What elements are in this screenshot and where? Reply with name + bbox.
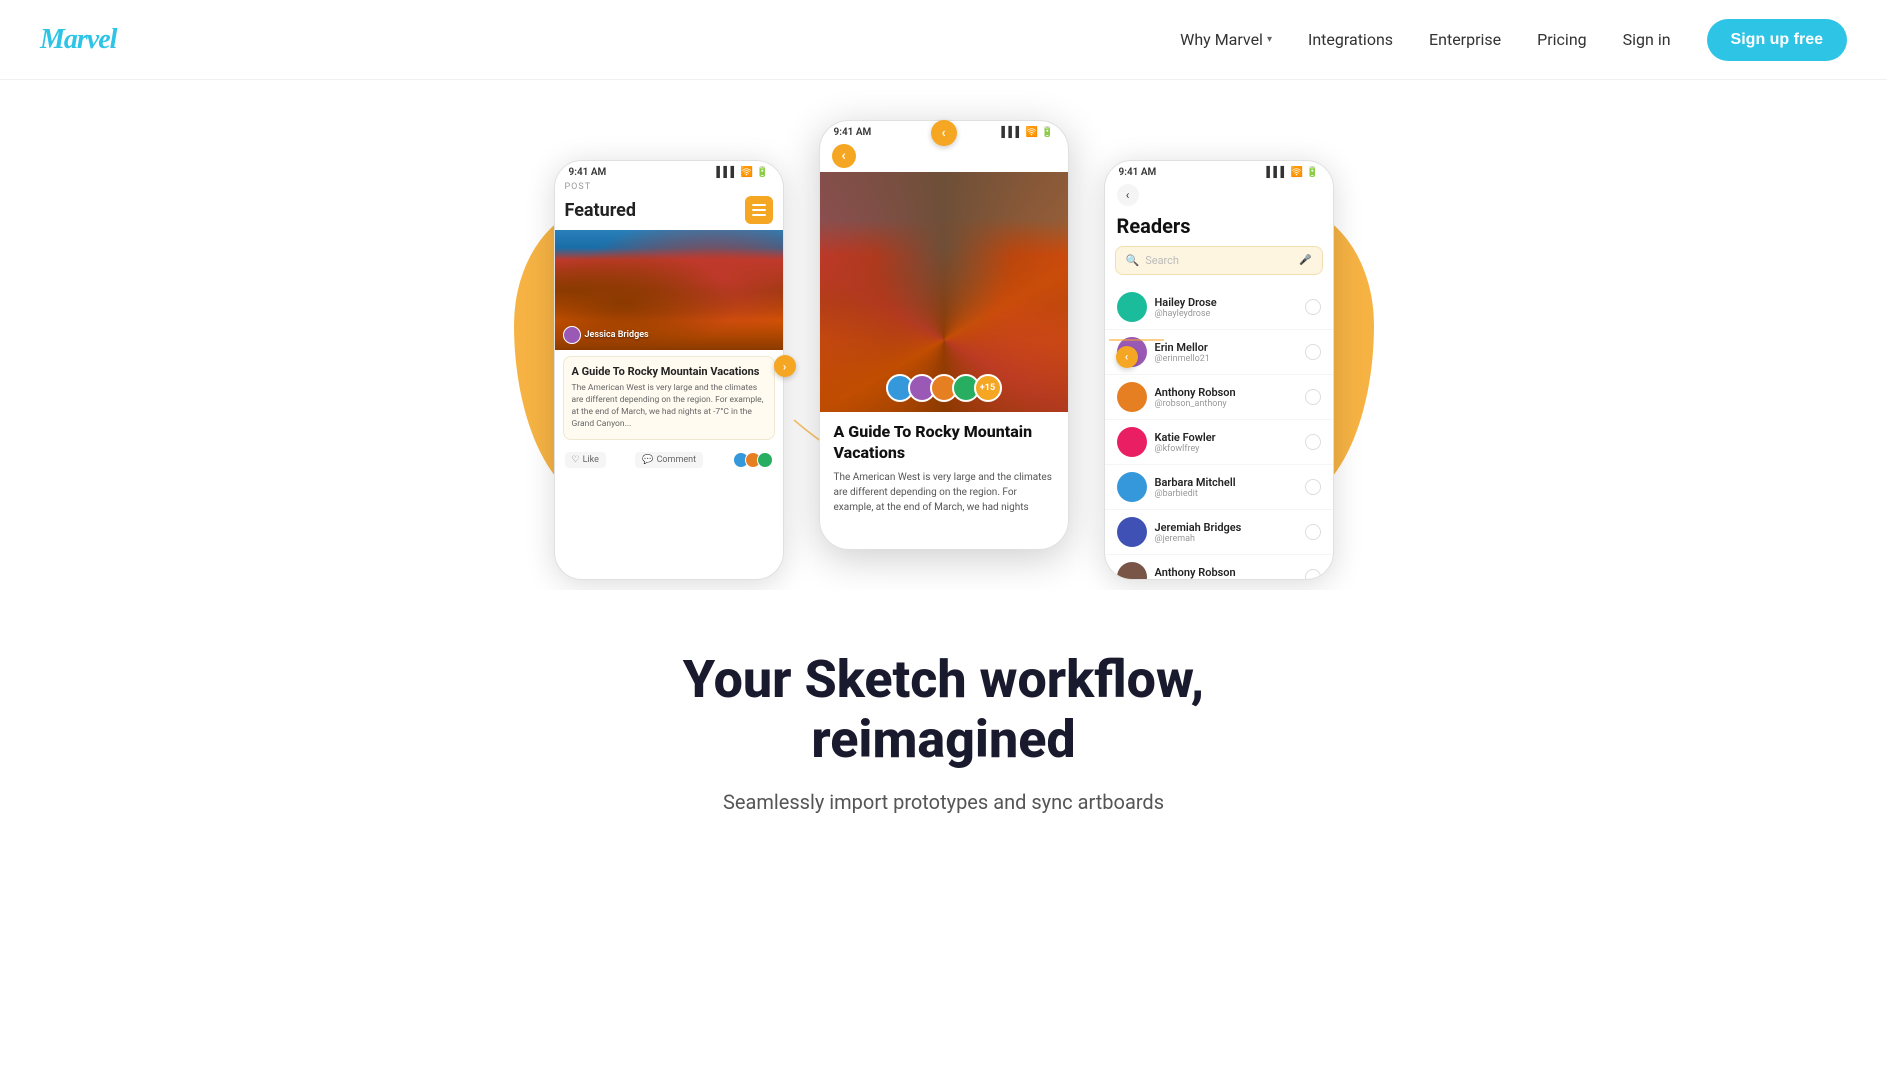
reader-check-4[interactable] bbox=[1305, 434, 1321, 450]
reader-handle-6: @jeremah bbox=[1155, 534, 1297, 544]
comment-icon: 💬 bbox=[642, 455, 653, 465]
nav-link-pricing[interactable]: Pricing bbox=[1537, 30, 1587, 49]
wifi-icon: 🛜 bbox=[1291, 167, 1303, 178]
nav-link-signin[interactable]: Sign in bbox=[1623, 30, 1671, 49]
signal-icon: ▌▌▌ bbox=[716, 167, 737, 178]
menu-icon[interactable] bbox=[745, 196, 773, 224]
wifi-icon: 🛜 bbox=[1026, 127, 1038, 138]
battery-icon: 🔋 bbox=[1041, 127, 1053, 138]
reader-name-5: Barbara Mitchell bbox=[1155, 476, 1297, 489]
nav-arrow-mid-left[interactable]: › bbox=[774, 355, 796, 377]
post-tag: POST bbox=[555, 180, 783, 194]
mic-icon: 🎤 bbox=[1299, 255, 1311, 266]
reader-name-7: Anthony Robson bbox=[1155, 566, 1297, 579]
center-canyon-image: +15 bbox=[820, 172, 1068, 412]
nav-arrow-mid-right[interactable]: ‹ bbox=[1116, 346, 1138, 368]
reaction-avatar-3 bbox=[757, 452, 773, 468]
phone-left: 9:41 AM ▌▌▌ 🛜 🔋 POST Featured bbox=[554, 160, 784, 580]
hero-subheading: Seamlessly import prototypes and sync ar… bbox=[644, 790, 1244, 814]
signal-icon: ▌▌▌ bbox=[1266, 167, 1287, 178]
featured-header: Featured bbox=[555, 194, 783, 230]
like-button[interactable]: ♡ Like bbox=[565, 452, 606, 468]
nav-links: Why Marvel ▾ Integrations Enterprise Pri… bbox=[1180, 19, 1847, 61]
reader-check-6[interactable] bbox=[1305, 524, 1321, 540]
marvel-logo[interactable]: Marvel bbox=[40, 24, 116, 56]
featured-title: Featured bbox=[565, 200, 637, 221]
reader-handle-2: @erinmello21 bbox=[1155, 354, 1297, 364]
heart-icon: ♡ bbox=[572, 455, 580, 465]
reader-check-2[interactable] bbox=[1305, 344, 1321, 360]
status-bar-right: 9:41 AM ▌▌▌ 🛜 🔋 bbox=[1105, 161, 1333, 180]
reader-row-1[interactable]: Hailey Drose @hayleydrose bbox=[1105, 285, 1333, 330]
battery-icon: 🔋 bbox=[1306, 167, 1318, 178]
reader-handle-7: @robson_anthony bbox=[1155, 579, 1297, 581]
back-button-center[interactable]: ‹ bbox=[832, 144, 856, 168]
reader-check-1[interactable] bbox=[1305, 299, 1321, 315]
reaction-avatars bbox=[733, 452, 773, 468]
article-actions: ♡ Like 💬 Comment bbox=[555, 446, 783, 474]
hero-heading: Your Sketch workflow, reimagined bbox=[594, 650, 1294, 770]
readers-search[interactable]: 🔍 Search 🎤 bbox=[1115, 246, 1323, 275]
reader-avatar-7 bbox=[1117, 562, 1147, 580]
reader-check-7[interactable] bbox=[1305, 569, 1321, 580]
reader-check-5[interactable] bbox=[1305, 479, 1321, 495]
reader-row-4[interactable]: Katie Fowler @kfowlfrey bbox=[1105, 420, 1333, 465]
search-placeholder: Search bbox=[1145, 254, 1293, 267]
center-avatar-row: +15 bbox=[886, 374, 1002, 402]
reader-handle-4: @kfowlfrey bbox=[1155, 444, 1297, 454]
reader-avatar-1 bbox=[1117, 292, 1147, 322]
signup-button[interactable]: Sign up free bbox=[1707, 19, 1847, 61]
status-bar-left: 9:41 AM ▌▌▌ 🛜 🔋 bbox=[555, 161, 783, 180]
reader-avatar-6 bbox=[1117, 517, 1147, 547]
center-article-body: The American West is very large and the … bbox=[820, 470, 1068, 515]
reader-row-2[interactable]: Erin Mellor @erinmello21 bbox=[1105, 330, 1333, 375]
back-bar-right: ‹ bbox=[1105, 180, 1333, 210]
reader-row-5[interactable]: Barbara Mitchell @barbiedit bbox=[1105, 465, 1333, 510]
battery-icon: 🔋 bbox=[756, 167, 768, 178]
phone-right: 9:41 AM ▌▌▌ 🛜 🔋 ‹ Readers 🔍 Search 🎤 bbox=[1104, 160, 1334, 580]
center-article-title: A Guide To Rocky Mountain Vacations bbox=[820, 412, 1068, 470]
article-author-overlay: Jessica Bridges bbox=[563, 326, 649, 344]
reader-avatar-4 bbox=[1117, 427, 1147, 457]
reader-avatar-5 bbox=[1117, 472, 1147, 502]
reader-check-3[interactable] bbox=[1305, 389, 1321, 405]
reader-name-2: Erin Mellor bbox=[1155, 341, 1297, 354]
nav-link-integrations[interactable]: Integrations bbox=[1308, 30, 1393, 49]
navbar: Marvel Why Marvel ▾ Integrations Enterpr… bbox=[0, 0, 1887, 80]
reader-handle-5: @barbiedit bbox=[1155, 489, 1297, 499]
reader-handle-1: @hayleydrose bbox=[1155, 309, 1297, 319]
nav-link-why-marvel[interactable]: Why Marvel ▾ bbox=[1180, 30, 1272, 49]
article-image-left: Jessica Bridges bbox=[555, 230, 783, 350]
reader-row-7[interactable]: Anthony Robson @robson_anthony bbox=[1105, 555, 1333, 580]
comment-button[interactable]: 💬 Comment bbox=[635, 452, 703, 468]
author-name: Jessica Bridges bbox=[585, 330, 649, 340]
hero-section: ‹ › ‹ 9:41 AM ▌▌▌ 🛜 🔋 bbox=[0, 80, 1887, 590]
back-button-right[interactable]: ‹ bbox=[1117, 184, 1139, 206]
wifi-icon: 🛜 bbox=[741, 167, 753, 178]
phones-container: ‹ › ‹ 9:41 AM ▌▌▌ 🛜 🔋 bbox=[544, 120, 1344, 590]
reader-name-1: Hailey Drose bbox=[1155, 296, 1297, 309]
reader-name-6: Jeremiah Bridges bbox=[1155, 521, 1297, 534]
readers-title: Readers bbox=[1105, 210, 1333, 246]
phone-center: 9:41 AM ▌▌▌ 🛜 🔋 ‹ +15 bbox=[819, 120, 1069, 550]
reader-name-3: Anthony Robson bbox=[1155, 386, 1297, 399]
center-avatar-count: +15 bbox=[974, 374, 1002, 402]
nav-arrow-top[interactable]: ‹ bbox=[931, 120, 957, 146]
reader-name-4: Katie Fowler bbox=[1155, 431, 1297, 444]
signal-icon: ▌▌▌ bbox=[1001, 127, 1022, 138]
article-card-left[interactable]: A Guide To Rocky Mountain Vacations The … bbox=[563, 356, 775, 440]
reader-handle-3: @robson_anthony bbox=[1155, 399, 1297, 409]
hero-text-section: Your Sketch workflow, reimagined Seamles… bbox=[0, 590, 1887, 854]
chevron-down-icon: ▾ bbox=[1267, 34, 1272, 45]
reader-row-6[interactable]: Jeremiah Bridges @jeremah bbox=[1105, 510, 1333, 555]
author-avatar bbox=[563, 326, 581, 344]
article-card-body: The American West is very large and the … bbox=[572, 383, 766, 431]
nav-link-enterprise[interactable]: Enterprise bbox=[1429, 30, 1501, 49]
reader-avatar-3 bbox=[1117, 382, 1147, 412]
reader-row-3[interactable]: Anthony Robson @robson_anthony bbox=[1105, 375, 1333, 420]
article-card-title: A Guide To Rocky Mountain Vacations bbox=[572, 365, 766, 379]
search-icon: 🔍 bbox=[1126, 254, 1140, 267]
